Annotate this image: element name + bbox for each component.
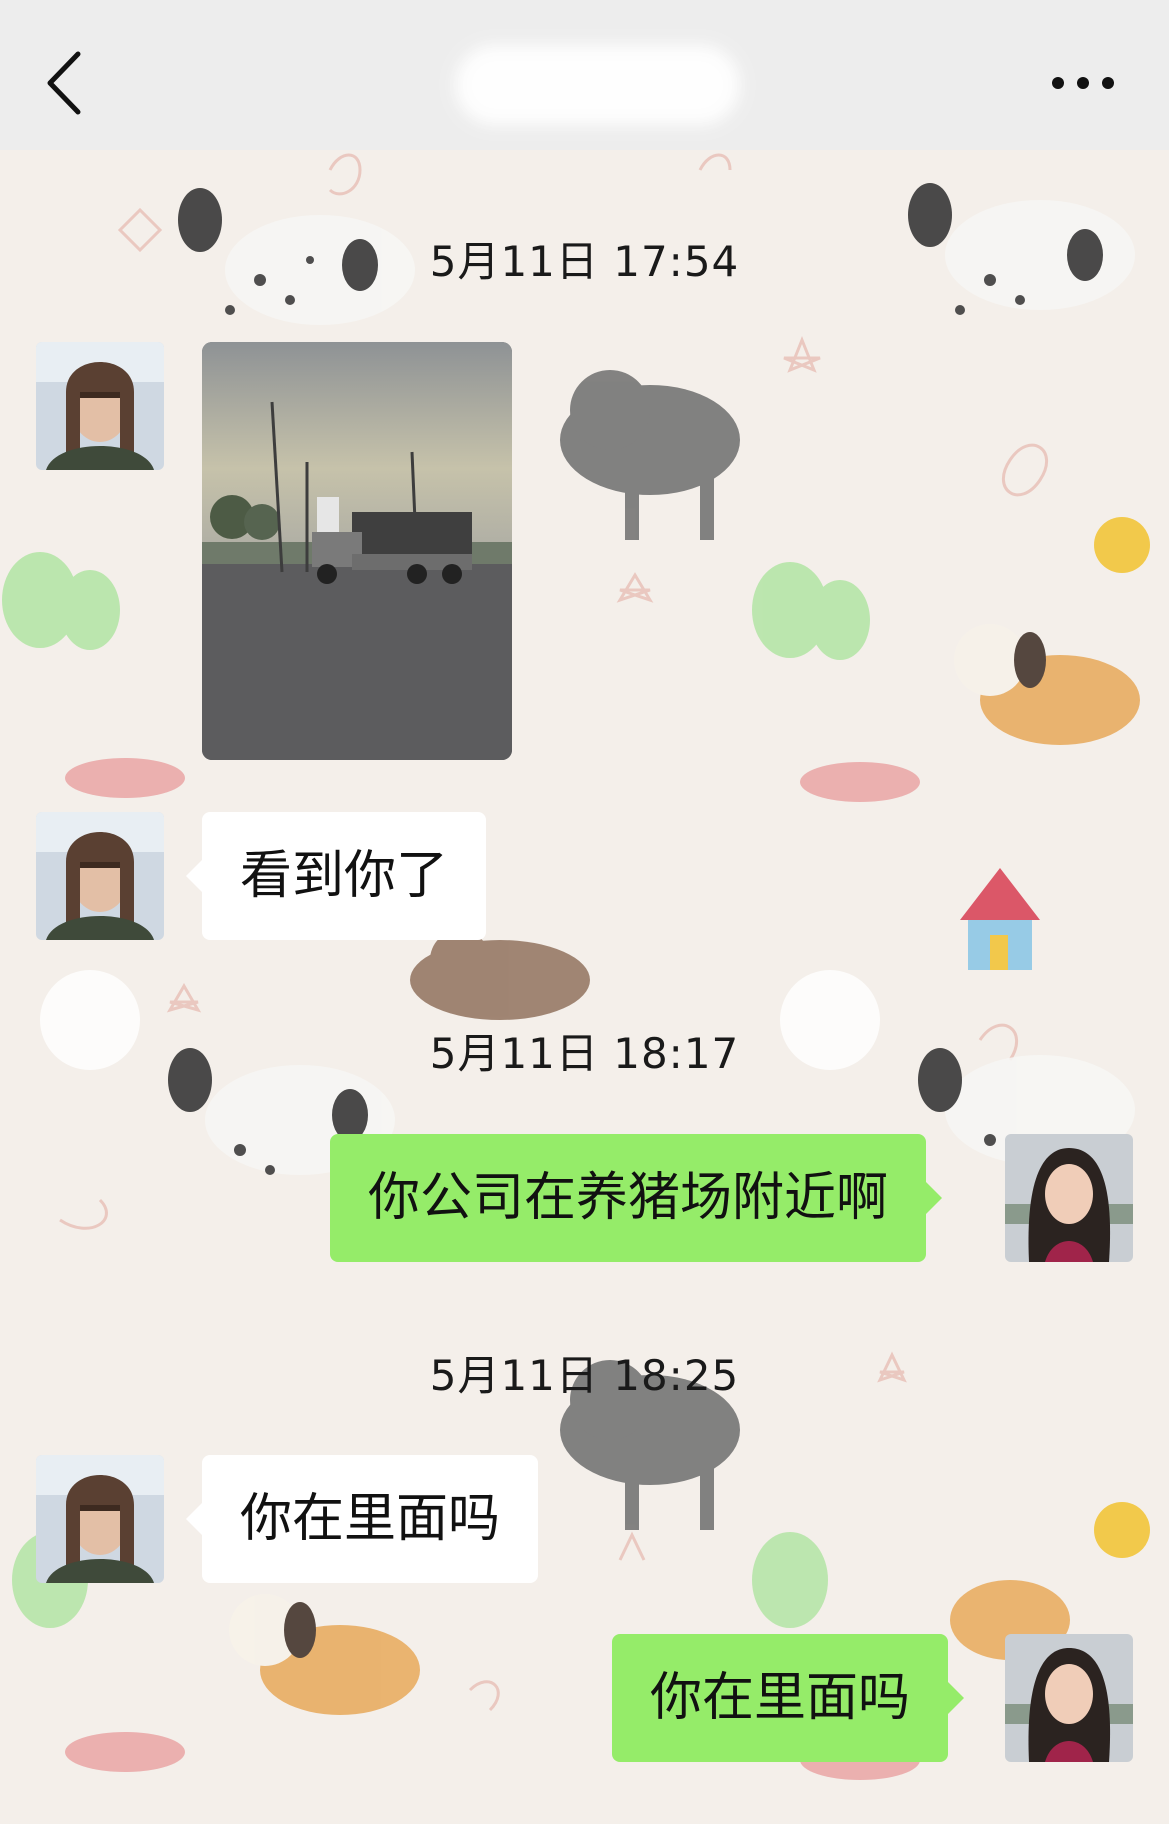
user-avatar[interactable] (1005, 1634, 1133, 1762)
outgoing-message-bubble[interactable]: 你在里面吗 (612, 1634, 965, 1762)
more-dots-icon[interactable] (1048, 68, 1118, 98)
message-timestamp: 5月11日 18:17 (429, 1029, 740, 1078)
contact-avatar[interactable] (36, 342, 164, 470)
message-timestamp: 5月11日 17:54 (429, 237, 740, 286)
chevron-left-icon[interactable] (40, 48, 90, 118)
incoming-message-bubble[interactable]: 你在里面吗 (185, 1455, 539, 1583)
message-timestamp: 5月11日 18:25 (429, 1351, 740, 1400)
outgoing-message-bubble[interactable]: 你公司在养猪场附近啊 (330, 1134, 943, 1262)
user-avatar[interactable] (1005, 1134, 1133, 1262)
incoming-message-bubble[interactable]: 看到你了 (185, 812, 487, 940)
chat-title (455, 45, 740, 125)
contact-avatar[interactable] (36, 812, 164, 940)
photo-thumbnail (202, 342, 512, 760)
image-message[interactable] (202, 342, 512, 760)
contact-avatar[interactable] (36, 1455, 164, 1583)
navigation-bar (0, 0, 1169, 150)
